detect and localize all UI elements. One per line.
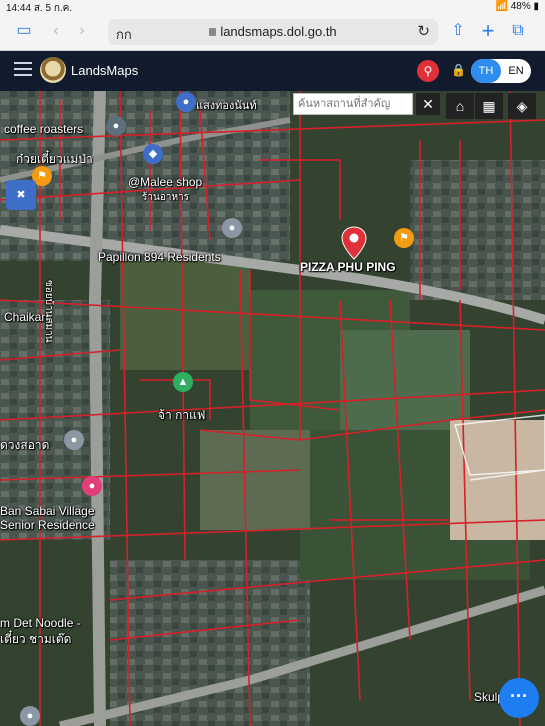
language-toggle[interactable]: TH EN [471,59,531,83]
restaurant-icon[interactable]: ⚑ [394,228,414,248]
map-label: @Malee shop [128,175,203,189]
forward-icon[interactable]: › [72,22,92,40]
map-label: Senior Residence [0,518,95,532]
place-search-input[interactable] [293,93,413,115]
search-icon[interactable]: ⚲ [417,60,439,82]
map-label: coffee roasters [4,122,84,136]
map-label: ก๋วยเตี๋ยวแม่ป่า [16,152,93,166]
poi-icon[interactable]: ● [222,218,242,238]
field [200,430,310,530]
grid-icon[interactable]: ▦ [475,93,503,119]
browser-toolbar: ▭ ‹ › กก landsmaps.dol.go.th ↻ ⇧ + ⧉ [0,14,545,51]
sidebar-icon[interactable]: ▭ [14,22,34,40]
cafe-icon[interactable]: ▲ [173,372,193,392]
address-bar[interactable]: กก landsmaps.dol.go.th ↻ [108,19,438,45]
app-header: LandsMaps ⚲ 🔒 TH EN [0,51,545,91]
shopping-icon[interactable]: ● [82,476,102,496]
status-battery: 📶 48% ▮ [495,1,539,12]
tabs-icon[interactable]: ⧉ [508,22,528,40]
map-label: Papillon 894 Residents [98,250,221,264]
map-label: m Det Noodle - [0,616,81,630]
poi-icon[interactable]: ● [106,116,126,136]
field [120,260,250,370]
lang-th-button[interactable]: TH [471,59,501,83]
map-label: แสงทองนันท์ [196,100,257,112]
landsmaps-logo [40,57,66,83]
urban-area [410,160,545,300]
share-icon[interactable]: ⇧ [448,22,468,40]
clear-search-button[interactable]: ✕ [416,93,440,115]
map-canvas[interactable] [0,91,545,726]
tools-icon[interactable]: ✖ [6,180,36,210]
map-label: ดวงสอาด [0,438,50,452]
layers-icon[interactable]: ◈ [508,93,536,119]
shop-icon[interactable]: ◆ [143,144,163,164]
lang-en-button[interactable]: EN [501,59,531,83]
more-options-button[interactable]: ··· [499,678,539,718]
menu-icon[interactable] [14,62,32,80]
poi-icon[interactable]: ● [64,430,84,450]
map-label: จ้า กาแฟ [158,408,206,422]
poi-icon[interactable]: ● [20,706,40,726]
lock-icon[interactable]: 🔒 [451,63,466,77]
map-label: PIZZA PHU PING [300,260,396,274]
back-icon[interactable]: ‹ [46,22,66,40]
map-label: เตี๋ยว ชามเต๊ด [0,632,72,646]
poi-icon[interactable]: ● [176,92,196,112]
location-pin-icon[interactable] [341,226,367,260]
road [88,91,106,726]
new-tab-icon[interactable]: + [478,20,498,42]
lock-icon [209,28,217,36]
app-title: LandsMaps [71,63,139,78]
map-label: ซอยบ้านสมาน [43,280,54,343]
map-label: Ban Sabai Village [0,504,95,518]
reload-icon[interactable]: ↻ [417,22,430,40]
home-icon[interactable]: ⌂ [446,93,474,119]
map-label: ร้านอาหาร [142,192,190,203]
url-text: landsmaps.dol.go.th [108,24,438,39]
status-bar: 14:44 ส. 5 ก.ค. 📶 48% ▮ [0,0,545,14]
